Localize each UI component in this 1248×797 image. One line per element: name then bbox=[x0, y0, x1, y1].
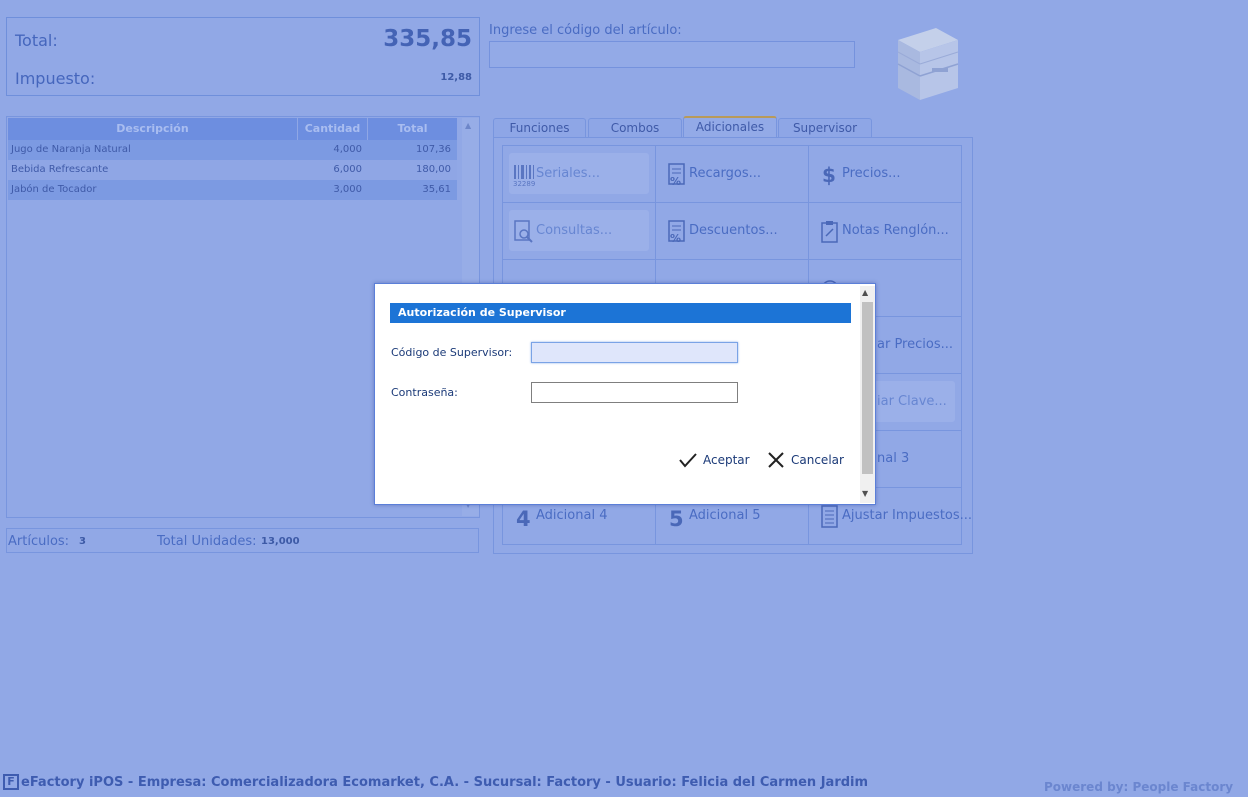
seriales-button[interactable]: 32289 Seriales... bbox=[503, 146, 656, 203]
accept-button[interactable]: Aceptar bbox=[678, 450, 750, 470]
consultas-label: Consultas... bbox=[536, 223, 613, 238]
percent-doc-icon: % bbox=[668, 220, 685, 244]
dialog-scrollbar-thumb[interactable] bbox=[862, 302, 873, 474]
svg-text:%: % bbox=[670, 175, 681, 187]
notas-renglon-label: Notas Renglón... bbox=[842, 223, 949, 238]
tax-label: Impuesto: bbox=[15, 69, 96, 88]
consultas-button[interactable]: Consultas... bbox=[503, 203, 656, 260]
ajustar-impuestos-label: Ajustar Impuestos... bbox=[842, 508, 973, 523]
dialog-title: Autorización de Supervisor bbox=[398, 306, 566, 319]
cancel-label: Cancelar bbox=[791, 453, 844, 467]
status-bar: F eFactory iPOS - Empresa: Comercializad… bbox=[3, 774, 868, 790]
row-quantity: 3,000 bbox=[333, 184, 362, 195]
total-label: Total: bbox=[15, 31, 58, 50]
item-code-input[interactable] bbox=[489, 41, 855, 68]
cancel-button[interactable]: Cancelar bbox=[767, 450, 844, 470]
row5-right-label: iar Clave... bbox=[877, 394, 947, 409]
notas-renglon-button[interactable]: Notas Renglón... bbox=[809, 203, 962, 260]
supervisor-auth-dialog: Autorización de Supervisor Código de Sup… bbox=[374, 283, 876, 505]
row4-right-label: ar Precios... bbox=[877, 337, 953, 352]
tab-combos[interactable]: Combos bbox=[588, 118, 682, 138]
total-value: 335,85 bbox=[383, 26, 472, 52]
supervisor-code-label: Código de Supervisor: bbox=[391, 346, 513, 359]
svg-text:32289: 32289 bbox=[513, 180, 535, 187]
scroll-up-icon[interactable]: ▲ bbox=[465, 121, 471, 130]
dollar-icon: $ bbox=[822, 163, 836, 187]
grid-header: Descripción Cantidad Total bbox=[8, 118, 457, 140]
units-label: Total Unidades: bbox=[157, 534, 257, 549]
barcode-icon: 32289 bbox=[513, 165, 535, 187]
product-image bbox=[897, 28, 959, 100]
column-total[interactable]: Total bbox=[368, 118, 457, 140]
row-total: 107,36 bbox=[416, 144, 451, 155]
adicional-4-label: Adicional 4 bbox=[536, 508, 608, 523]
row-description: Jabón de Tocador bbox=[11, 184, 97, 195]
precios-button[interactable]: $ Precios... bbox=[809, 146, 962, 203]
precios-label: Precios... bbox=[842, 166, 901, 181]
recargos-label: Recargos... bbox=[689, 166, 762, 181]
tax-value: 12,88 bbox=[440, 72, 472, 83]
search-doc-icon bbox=[514, 220, 533, 243]
password-input[interactable] bbox=[531, 382, 738, 403]
number-4-icon: 4 bbox=[516, 507, 531, 529]
scroll-up-icon[interactable]: ▲ bbox=[862, 288, 868, 297]
row-total: 35,61 bbox=[422, 184, 451, 195]
row6-right-label: nal 3 bbox=[877, 451, 910, 466]
svg-text:4: 4 bbox=[516, 507, 531, 529]
powered-by: Powered by: People Factory bbox=[1044, 780, 1234, 794]
descuentos-button[interactable]: % Descuentos... bbox=[656, 203, 809, 260]
tab-supervisor[interactable]: Supervisor bbox=[778, 118, 872, 138]
row-description: Bebida Refrescante bbox=[11, 164, 109, 175]
svg-text:$: $ bbox=[822, 163, 836, 187]
table-row[interactable]: Jugo de Naranja Natural 4,000 107,36 bbox=[8, 140, 457, 160]
counts-panel: Artículos: 3 Total Unidades: 13,000 bbox=[6, 528, 479, 553]
table-row[interactable]: Jabón de Tocador 3,000 35,61 bbox=[8, 180, 457, 200]
close-icon bbox=[768, 452, 784, 468]
tax-doc-icon bbox=[821, 505, 838, 528]
column-quantity[interactable]: Cantidad bbox=[298, 118, 368, 140]
tab-adicionales[interactable]: Adicionales bbox=[683, 116, 777, 138]
percent-doc-icon: % bbox=[668, 163, 685, 187]
number-5-icon: 5 bbox=[669, 507, 684, 529]
password-label: Contraseña: bbox=[391, 386, 458, 399]
column-description[interactable]: Descripción bbox=[8, 118, 298, 140]
efactory-logo-icon: F bbox=[3, 774, 19, 790]
supervisor-code-input[interactable] bbox=[531, 342, 738, 363]
row-description: Jugo de Naranja Natural bbox=[11, 144, 131, 155]
articles-value: 3 bbox=[79, 536, 86, 547]
row-quantity: 6,000 bbox=[333, 164, 362, 175]
seriales-label: Seriales... bbox=[536, 166, 600, 181]
recargos-button[interactable]: % Recargos... bbox=[656, 146, 809, 203]
descuentos-label: Descuentos... bbox=[689, 223, 778, 238]
articles-label: Artículos: bbox=[8, 534, 70, 549]
adicional-5-label: Adicional 5 bbox=[689, 508, 761, 523]
units-value: 13,000 bbox=[261, 536, 300, 547]
accept-label: Aceptar bbox=[703, 453, 750, 467]
checkmark-icon bbox=[679, 453, 697, 468]
status-text: eFactory iPOS - Empresa: Comercializador… bbox=[21, 774, 869, 790]
item-code-label: Ingrese el código del artículo: bbox=[489, 23, 682, 38]
row-total: 180,00 bbox=[416, 164, 451, 175]
svg-text:5: 5 bbox=[669, 507, 684, 529]
scroll-down-icon[interactable]: ▼ bbox=[862, 489, 868, 498]
tab-funciones[interactable]: Funciones bbox=[493, 118, 586, 138]
totals-panel: Total: 335,85 Impuesto: 12,88 bbox=[6, 17, 480, 96]
svg-text:%: % bbox=[670, 232, 681, 244]
table-row[interactable]: Bebida Refrescante 6,000 180,00 bbox=[8, 160, 457, 180]
row-quantity: 4,000 bbox=[333, 144, 362, 155]
dialog-title-bar: Autorización de Supervisor bbox=[390, 303, 851, 323]
clipboard-icon bbox=[821, 221, 838, 243]
